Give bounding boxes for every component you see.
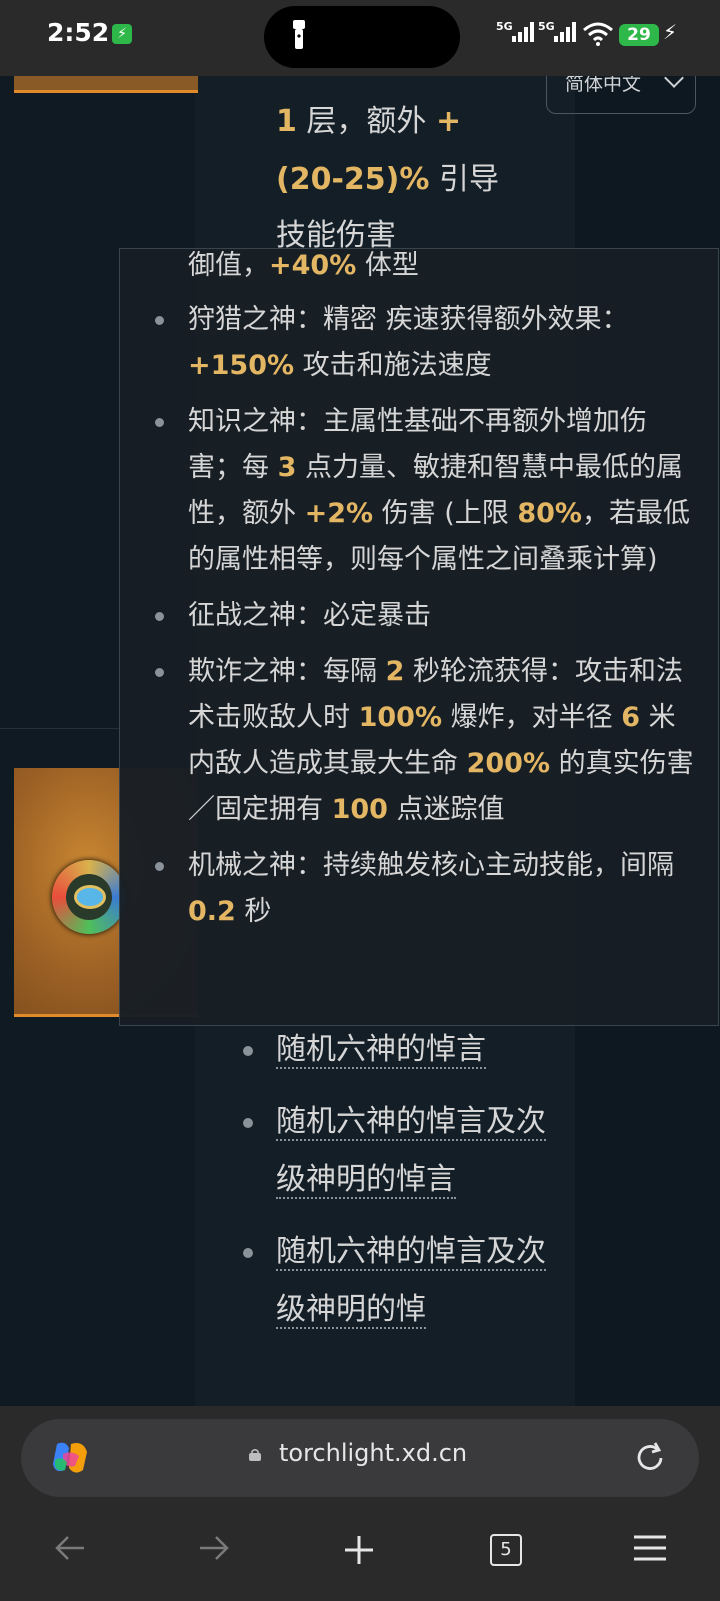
tooltip-link[interactable]: 随机六神的悼言 xyxy=(276,1032,486,1069)
flashlight-icon xyxy=(293,20,305,49)
lock-icon xyxy=(249,1449,261,1461)
charging-icon: ⚡ xyxy=(112,24,132,44)
tooltip-item-hunting: 狩猎之神：精密 疾速获得额外效果：+150% 攻击和施法速度 xyxy=(120,297,718,389)
tooltip-popup: 御值，+40% 体型 狩猎之神：精密 疾速获得额外效果：+150% 攻击和施法速… xyxy=(119,248,719,1026)
signal-bars-icon xyxy=(512,22,536,42)
background-text-line: 1 层，额外 + xyxy=(276,104,462,139)
url-text[interactable]: torchlight.xd.cn xyxy=(279,1439,467,1467)
chevron-down-icon xyxy=(664,76,684,88)
battery-charging-icon: ⚡ xyxy=(663,20,678,44)
tooltip-item-machine: 机械之神：持续触发核心主动技能，间隔 0.2 秒 xyxy=(120,843,718,935)
address-bar[interactable]: torchlight.xd.cn xyxy=(21,1419,699,1497)
background-text-line: (20-25)% 引导 xyxy=(276,162,499,197)
new-tab-icon[interactable] xyxy=(343,1534,375,1566)
menu-icon[interactable] xyxy=(632,1534,668,1562)
list-item: 随机六神的悼言及次级神明的悼 xyxy=(240,1223,560,1339)
reload-icon[interactable] xyxy=(633,1441,667,1475)
status-bar: 2:52 ⚡ 5G 5G 29 ⚡ xyxy=(0,0,720,76)
gem-icon xyxy=(74,885,106,909)
back-icon[interactable] xyxy=(54,1534,86,1562)
list-item: 随机六神的悼言 xyxy=(240,1021,560,1079)
tabs-count-button[interactable]: 5 xyxy=(490,1534,522,1566)
copilot-icon[interactable] xyxy=(51,1440,89,1476)
signal-label-1: 5G xyxy=(496,20,513,33)
wifi-icon xyxy=(583,22,613,46)
signal-label-2: 5G xyxy=(538,20,555,33)
forward-icon[interactable] xyxy=(198,1534,230,1562)
list-item: 随机六神的悼言及次级神明的悼言 xyxy=(240,1093,560,1209)
item-thumbnail[interactable] xyxy=(14,76,198,93)
tooltip-link[interactable]: 随机六神的悼言及次级神明的悼 xyxy=(276,1234,546,1329)
language-select[interactable]: 简体中文 xyxy=(546,76,696,114)
effect-list: 随机六神的悼言 随机六神的悼言及次级神明的悼言 随机六神的悼言及次级神明的悼 xyxy=(240,1021,560,1339)
tooltip-link[interactable]: 随机六神的悼言及次级神明的悼言 xyxy=(276,1104,546,1199)
browser-toolbar: torchlight.xd.cn 5 xyxy=(0,1406,720,1601)
battery-icon: 29 xyxy=(619,24,659,46)
tooltip-item-knowledge: 知识之神：主属性基础不再额外增加伤害；每 3 点力量、敏捷和智慧中最低的属性，额… xyxy=(120,399,718,583)
camera-cutout xyxy=(264,6,460,68)
tooltip-item-deception: 欺诈之神：每隔 2 秒轮流获得：攻击和法术击败敌人时 100% 爆炸，对半径 6… xyxy=(120,649,718,833)
tooltip-item-war: 征战之神：必定暴击 xyxy=(120,593,718,639)
language-select-label: 简体中文 xyxy=(565,76,642,95)
tooltip-list: 狩猎之神：精密 疾速获得额外效果：+150% 攻击和施法速度 知识之神：主属性基… xyxy=(120,297,718,945)
signal-bars-icon xyxy=(554,22,578,42)
status-time: 2:52 xyxy=(47,18,110,47)
tooltip-fragment: 御值，+40% 体型 xyxy=(188,250,419,281)
